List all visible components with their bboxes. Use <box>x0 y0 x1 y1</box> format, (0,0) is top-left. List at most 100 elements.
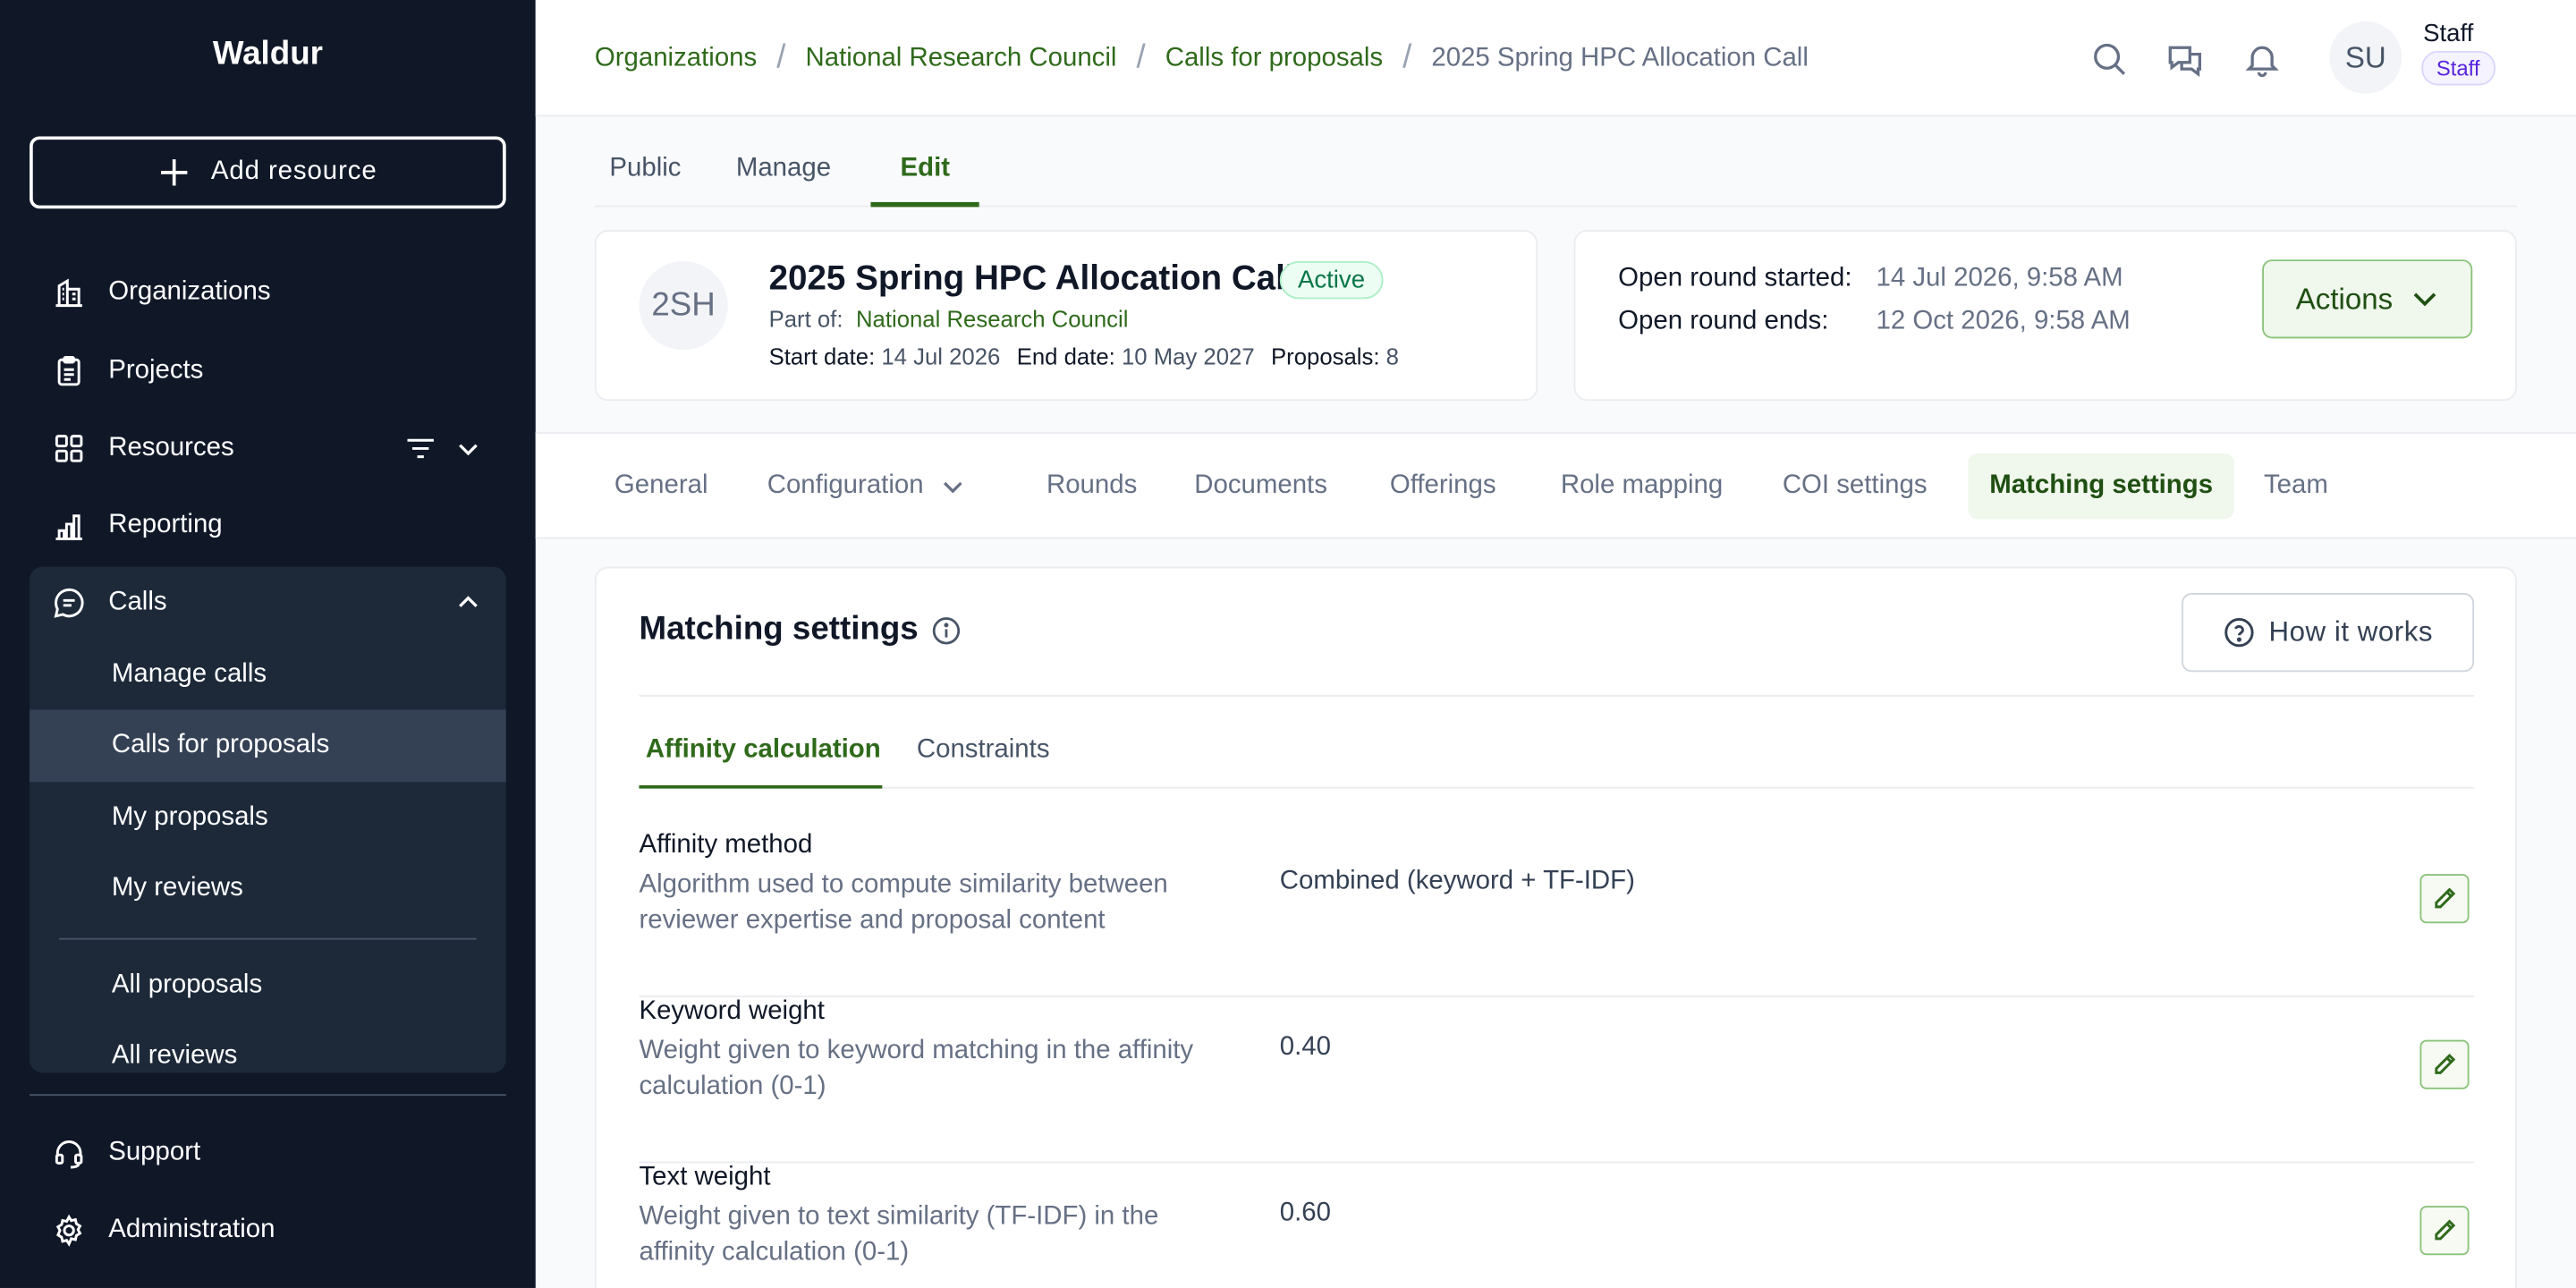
chevron-up-icon[interactable] <box>453 589 483 618</box>
start-date: Start date: 14 Jul 2026 <box>769 343 1001 369</box>
sidebar: Waldur Add resource Organizations Projec… <box>0 0 536 1288</box>
setting-description: Weight given to keyword matching in the … <box>639 1036 1194 1101</box>
end-date-label: End date: <box>1016 343 1115 370</box>
tab-coi-settings[interactable]: COI settings <box>1761 453 1948 519</box>
status-badge: Active <box>1279 261 1384 300</box>
sidebar-item-administration[interactable]: Administration <box>30 1194 506 1267</box>
message-icon <box>54 588 84 618</box>
tab-affinity-calculation[interactable]: Affinity calculation <box>646 736 881 766</box>
proposals-value: 8 <box>1385 343 1399 370</box>
sidebar-subitem-calls-for-proposals[interactable]: Calls for proposals <box>30 709 506 783</box>
sidebar-item-label: Resources <box>108 433 234 462</box>
section-tabs: General Configuration Rounds Documents O… <box>535 432 2576 539</box>
tab-documents[interactable]: Documents <box>1173 453 1348 519</box>
avatar[interactable]: SU <box>2329 21 2402 94</box>
pencil-icon <box>2435 887 2456 909</box>
how-it-works-button[interactable]: How it works <box>2182 593 2475 673</box>
top-header: Organizations / National Research Counci… <box>535 0 2576 117</box>
round-card: Open round started: 14 Jul 2026, 9:58 AM… <box>1573 230 2517 402</box>
setting-row: Affinity method Algorithm used to comput… <box>639 831 2475 997</box>
round-started-label: Open round started: <box>1618 264 1852 292</box>
sidebar-item-resources[interactable]: Resources <box>30 412 506 485</box>
breadcrumb-calls[interactable]: Calls for proposals <box>1165 44 1383 73</box>
tab-rounds[interactable]: Rounds <box>1025 453 1158 519</box>
tab-general[interactable]: General <box>593 453 729 519</box>
panel-title: Matching settings <box>639 611 961 648</box>
tab-matching-settings[interactable]: Matching settings <box>1968 453 2234 520</box>
setting-value: 0.60 <box>1279 1199 1331 1228</box>
building-icon <box>55 278 82 308</box>
tab-team[interactable]: Team <box>2242 453 2350 519</box>
sidebar-item-label: Calls <box>108 588 167 616</box>
sidebar-item-support[interactable]: Support <box>30 1117 506 1190</box>
call-title: 2025 Spring HPC Allocation Call <box>768 259 1295 298</box>
sidebar-item-projects[interactable]: Projects <box>30 335 506 408</box>
filter-icon[interactable] <box>404 434 437 463</box>
active-tab-indicator <box>870 201 979 208</box>
edit-button[interactable] <box>2419 1039 2470 1089</box>
actions-button[interactable]: Actions <box>2262 259 2473 339</box>
tab-constraints[interactable]: Constraints <box>917 736 1050 766</box>
tab-edit[interactable]: Edit <box>901 155 951 184</box>
setting-description: Weight given to text similarity (TF-IDF)… <box>639 1202 1159 1267</box>
chevron-down-icon[interactable] <box>453 434 483 463</box>
headset-icon <box>55 1140 83 1169</box>
active-tab-indicator <box>639 784 883 789</box>
sidebar-subitem-my-proposals[interactable]: My proposals <box>30 782 506 854</box>
sidebar-item-reporting[interactable]: Reporting <box>30 489 506 562</box>
info-icon[interactable] <box>931 615 961 645</box>
gear-icon <box>55 1214 82 1247</box>
breadcrumb-organization[interactable]: National Research Council <box>805 44 1116 73</box>
clipboard-icon <box>57 356 80 386</box>
organization-link[interactable]: National Research Council <box>856 306 1128 332</box>
sidebar-subitem-all-reviews[interactable]: All reviews <box>30 1021 506 1072</box>
edit-button[interactable] <box>2419 874 2470 924</box>
add-resource-label: Add resource <box>210 157 377 186</box>
tab-configuration[interactable]: Configuration <box>746 453 989 519</box>
round-started-value: 14 Jul 2026, 9:58 AM <box>1876 264 2123 292</box>
user-name: Staff <box>2423 20 2474 48</box>
brand-logo[interactable]: Waldur <box>0 36 536 73</box>
part-of-label: Part of: <box>768 305 843 333</box>
end-date: End date: 10 May 2027 <box>1017 343 1255 369</box>
setting-value: Combined (keyword + TF-IDF) <box>1279 867 1635 896</box>
call-avatar: 2SH <box>639 261 728 351</box>
breadcrumb-organizations[interactable]: Organizations <box>595 44 757 73</box>
breadcrumb-separator: / <box>776 39 786 76</box>
sidebar-subitem-manage-calls[interactable]: Manage calls <box>30 639 506 711</box>
tab-public[interactable]: Public <box>609 155 681 184</box>
calls-group: Calls Manage calls Calls for proposals M… <box>30 566 506 1073</box>
matching-settings-panel: Matching settings How it works Affinity … <box>594 566 2517 1288</box>
setting-value: 0.40 <box>1279 1033 1331 1062</box>
chat-icon[interactable] <box>2165 39 2205 79</box>
bar-chart-icon <box>55 514 82 540</box>
round-ends-label: Open round ends: <box>1618 307 1829 335</box>
search-icon[interactable] <box>2089 39 2129 79</box>
edit-button[interactable] <box>2419 1206 2470 1256</box>
add-resource-button[interactable]: Add resource <box>30 136 506 209</box>
setting-name: Affinity method <box>639 831 813 860</box>
breadcrumb-separator: / <box>1402 39 1412 76</box>
sidebar-subitem-my-reviews[interactable]: My reviews <box>30 852 506 925</box>
breadcrumb: Organizations / National Research Counci… <box>595 39 1809 77</box>
part-of: Part of: National Research Council <box>769 306 1129 332</box>
tab-configuration-label: Configuration <box>767 471 924 500</box>
panel-title-text: Matching settings <box>639 611 919 648</box>
help-circle-icon <box>2224 617 2254 648</box>
sidebar-item-calls[interactable]: Calls <box>30 567 506 640</box>
view-tabs: Public Manage Edit <box>594 118 2517 208</box>
bell-icon[interactable] <box>2242 39 2282 79</box>
plus-icon <box>161 159 189 186</box>
breadcrumb-current: 2025 Spring HPC Allocation Call <box>1431 43 1809 72</box>
setting-row: Text weight Weight given to text similar… <box>639 1163 2474 1288</box>
sidebar-subitem-all-proposals[interactable]: All proposals <box>30 950 506 1022</box>
tab-offerings[interactable]: Offerings <box>1368 453 1517 519</box>
tab-manage[interactable]: Manage <box>736 155 831 184</box>
setting-name: Text weight <box>639 1163 771 1191</box>
call-summary-card: 2SH 2025 Spring HPC Allocation Call Acti… <box>594 230 1538 402</box>
pencil-icon <box>2435 1054 2456 1074</box>
tab-role-mapping[interactable]: Role mapping <box>1539 453 1744 519</box>
sidebar-item-label: Projects <box>108 356 204 385</box>
sidebar-item-organizations[interactable]: Organizations <box>30 257 506 329</box>
sidebar-item-label: Reporting <box>108 511 223 539</box>
